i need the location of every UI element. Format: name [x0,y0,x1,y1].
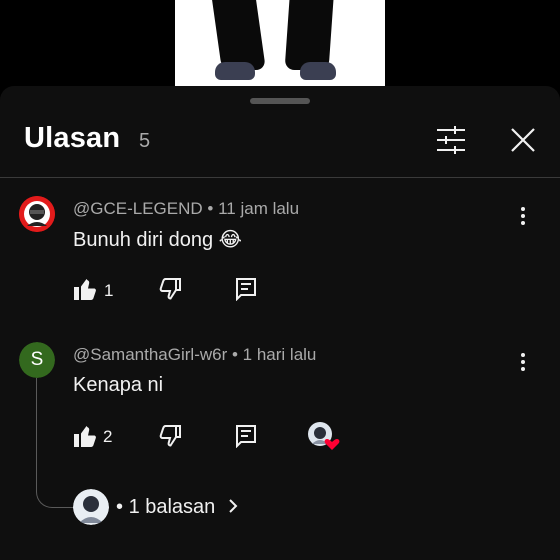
figure-shoe-right [300,62,336,80]
reply-button[interactable] [234,277,258,301]
comment-meta: @SamanthaGirl-w6r • 1 hari lalu [73,345,316,365]
thumbs-down-icon [159,425,181,447]
like-count: 1 [104,281,114,300]
reply-avatar [73,489,109,525]
heart-icon [308,422,340,450]
comments-sheet [0,86,560,560]
header-divider [0,177,560,178]
more-vert-icon [521,353,525,371]
replies-count: 1 balasan [128,496,216,518]
more-vert-icon [521,207,525,225]
comment-meta: @GCE-LEGEND • 11 jam lalu [73,199,299,219]
reply-button[interactable] [234,424,258,448]
video-player[interactable] [0,0,560,86]
like-button[interactable] [73,277,97,301]
sliders-icon [437,126,465,154]
thumbs-up-icon [74,426,96,447]
chevron-right-icon [229,499,238,513]
thumbs-up-icon [74,279,96,300]
more-button[interactable] [510,351,536,373]
video-frame [175,0,385,86]
bullet: • [116,496,129,518]
reply-thread-line [36,378,74,508]
comment-time: 11 jam lalu [218,199,300,218]
like-button[interactable] [73,424,97,448]
figure-leg-left [212,0,266,70]
close-icon [511,128,535,152]
like-count: 2 [103,427,113,446]
dislike-button[interactable] [158,424,182,448]
figure-shoe-left [215,62,255,80]
drag-handle[interactable] [250,98,310,104]
meta-separator: • [207,199,219,218]
view-replies-button[interactable]: • 1 balasan [116,496,239,519]
avatar-image [19,196,55,232]
close-button[interactable] [505,122,541,158]
sheet-title: Ulasan [24,122,121,154]
avatar[interactable] [19,196,55,232]
avatar-letter: S [30,349,44,370]
more-button[interactable] [510,205,536,227]
comment-text: Kenapa ni [73,374,164,396]
comment-icon [236,278,256,301]
comment-author[interactable]: @SamanthaGirl-w6r [73,345,227,364]
comment-icon [236,425,256,448]
comment-author[interactable]: @GCE-LEGEND [73,199,203,218]
avatar[interactable]: S [19,342,55,378]
figure-leg-right [284,0,334,70]
meta-separator: • [231,345,243,364]
filter-button[interactable] [433,122,469,158]
thumbs-down-icon [159,278,181,300]
creator-heart [308,422,340,452]
dislike-button[interactable] [158,277,182,301]
comment-text: Bunuh diri dong 😂 [73,229,243,251]
reply-avatar-image [73,489,109,525]
comment-time: 1 hari lalu [242,345,317,364]
comment-count: 5 [139,130,151,152]
